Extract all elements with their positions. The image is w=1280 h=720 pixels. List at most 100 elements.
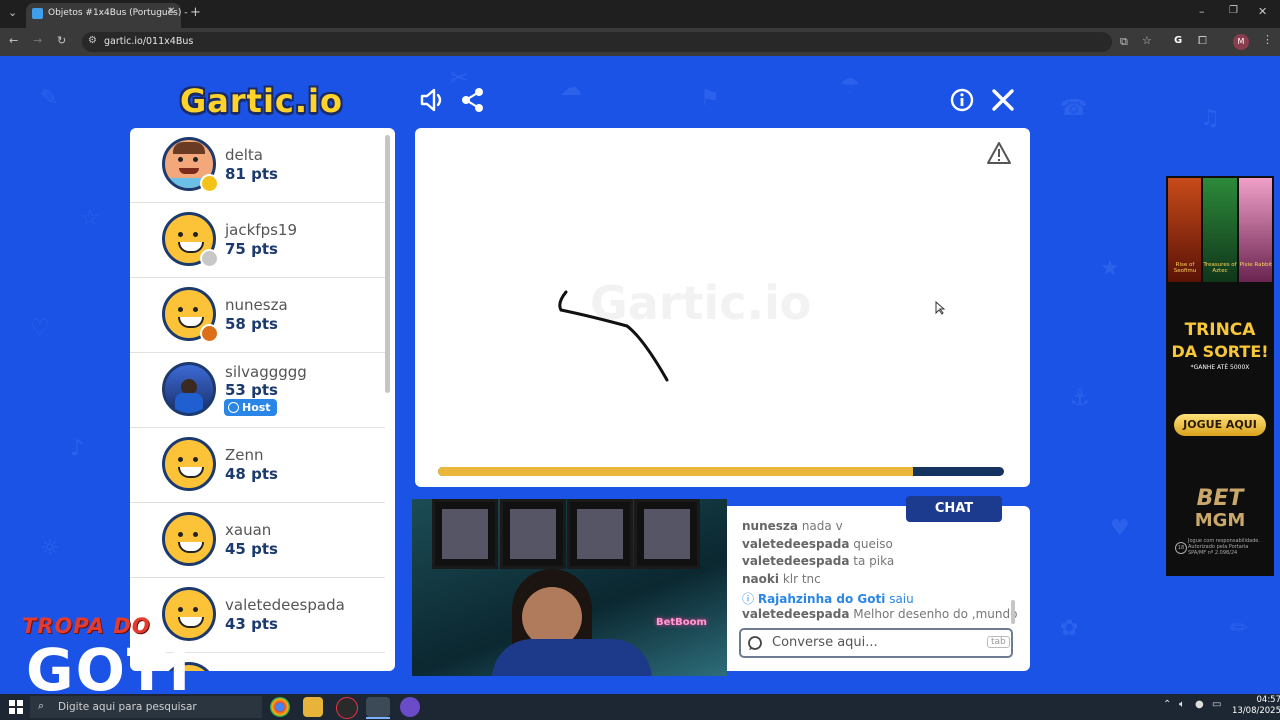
host-label: Host [242,401,271,414]
reload-icon[interactable]: ↻ [57,34,66,47]
taskbar-clock[interactable]: 04:57 13/08/2025 [1232,695,1280,717]
ad-disclaimer: Jogue com responsabilidade. Autorizado p… [1188,538,1260,556]
bookmark-star-icon[interactable]: ☆ [1142,34,1152,47]
doodle-music-icon: ♫ [1200,106,1220,131]
new-tab-button[interactable]: + [190,5,201,20]
extensions-puzzle-icon[interactable]: ⧠ [1198,34,1207,48]
mouse-cursor-icon [935,301,945,315]
doodle-phone-icon: ☎ [1060,96,1088,121]
doodle-music-icon: ♪ [70,436,85,461]
player-avatar-default [162,587,216,641]
player-avatar-photo [162,362,216,416]
player-name: jackfps19 [225,221,297,239]
tab-key-hint: tab [987,636,1010,648]
round-timer-fill [438,467,914,476]
doodle-cloud-icon: ☁ [560,76,582,101]
app-taskbar-icon[interactable] [400,697,420,717]
exit-close-icon[interactable] [991,88,1015,112]
chat-tab[interactable]: CHAT [906,496,1002,522]
search-icon: ⌕ [38,699,45,712]
player-row[interactable]: jackfps19 75 pts [130,203,385,278]
chat-system-message: ⓘ Rajahzinha do Goti saiu [742,592,914,606]
doodle-anchor-icon: ⚓ [1070,386,1090,411]
age-rating-badge: 18 [1175,542,1187,554]
install-app-icon[interactable]: ⧉ [1120,35,1128,49]
player-row[interactable]: nunesza 58 pts [130,278,385,353]
report-warning-icon[interactable] [986,141,1012,165]
microphone-icon[interactable]: ● [1195,699,1204,710]
ad-headline: DA SORTE! [1171,342,1269,361]
file-explorer-icon[interactable] [303,697,323,717]
wall-frame [500,499,566,569]
network-icon[interactable]: ▭ [1212,699,1221,710]
back-icon[interactable]: ← [9,34,18,47]
obs-taskbar-icon[interactable] [336,697,358,719]
ad-brand: BET [1196,486,1244,511]
share-icon[interactable] [460,86,486,114]
sidebar-ad[interactable]: Rise of Seofimu Treasures of Aztec Pixie… [1166,176,1274,576]
chrome-active-taskbar-icon[interactable] [366,697,390,717]
tray-chevron-icon[interactable]: ⌃ [1163,699,1171,710]
ad-slot-name: Rise of Seofimu [1173,262,1197,274]
player-points: 43 pts [225,615,278,633]
chrome-taskbar-icon[interactable] [270,697,290,717]
doodle-star-icon: ☆ [80,206,100,231]
volume-icon[interactable]: 🔈︎ [1179,699,1185,710]
info-icon[interactable] [950,88,974,112]
ad-cta-button[interactable]: JOGUE AQUI [1174,414,1266,436]
doodle-star-icon: ★ [1100,256,1120,281]
player-row[interactable]: silvaggggg 53 pts [130,353,385,428]
host-badge: Host [224,399,277,416]
tab-close-icon[interactable]: ✕ [167,6,175,17]
active-app-indicator [366,717,390,719]
taskbar-search-placeholder: Digite aqui para pesquisar [58,701,197,713]
doodle-pencil-icon: ✏ [1230,616,1249,641]
doodle-pencil-icon: ✎ [40,86,59,111]
tab-list-chevron-icon[interactable]: ⌄ [8,6,17,19]
player-points: 58 pts [225,315,278,333]
browser-menu-icon[interactable]: ⋮ [1262,33,1273,46]
profile-avatar[interactable]: M [1233,34,1249,50]
host-icon [228,402,239,413]
restore-icon[interactable]: ❐ [1229,5,1238,16]
sound-toggle-icon[interactable] [418,86,446,114]
player-points: 48 pts [225,465,278,483]
extension-g-icon[interactable]: G [1174,35,1182,46]
clock-time: 04:57 [1256,695,1280,705]
player-rank-badge [200,324,219,343]
players-scrollbar[interactable] [385,135,390,393]
url-text: gartic.io/011x4Bus [104,36,194,47]
ad-subtext: *GANHE ATÉ 5000X [1190,364,1250,371]
doodle-flower-icon: ✿ [1060,616,1079,641]
forward-icon[interactable]: → [33,34,42,47]
player-row[interactable]: Zenn 48 pts [130,428,385,503]
player-row[interactable]: delta 81 pts [130,128,385,203]
player-row[interactable]: xauan 45 pts [130,503,385,578]
doodle-heart-icon: ♡ [30,316,50,341]
chat-message: valetedeespada Melhor desenho do ,mundo [742,607,1018,621]
chat-message: naoki klr tnc [742,572,821,586]
player-rank-badge [200,174,219,193]
streamer-face [522,587,582,647]
doodle-flag-icon: ⚑ [700,86,720,111]
chat-bubble-icon [748,636,762,650]
chat-message: valetedeespada queiso [742,537,893,551]
wall-frame [567,499,633,569]
system-info-icon: ⓘ [742,592,755,606]
player-name: Zenn [225,446,264,464]
address-bar[interactable] [82,32,1112,52]
windows-start-icon[interactable] [9,700,23,714]
site-info-icon[interactable]: ⚙ [88,35,97,46]
player-name: nunesza [225,296,288,314]
minimize-icon[interactable]: – [1199,5,1205,18]
chat-scrollbar[interactable] [1011,600,1015,624]
player-name: valetedeespada [225,596,345,614]
player-points: 45 pts [225,540,278,558]
gartic-logo[interactable]: Gartic.io [180,82,343,120]
player-avatar-default [162,512,216,566]
player-name: silvaggggg [225,363,307,381]
window-close-icon[interactable]: ✕ [1258,5,1267,18]
player-name: xauan [225,521,272,539]
doodle-umbrella-icon: ☂ [840,74,860,99]
ad-brand: MGM [1194,510,1246,531]
